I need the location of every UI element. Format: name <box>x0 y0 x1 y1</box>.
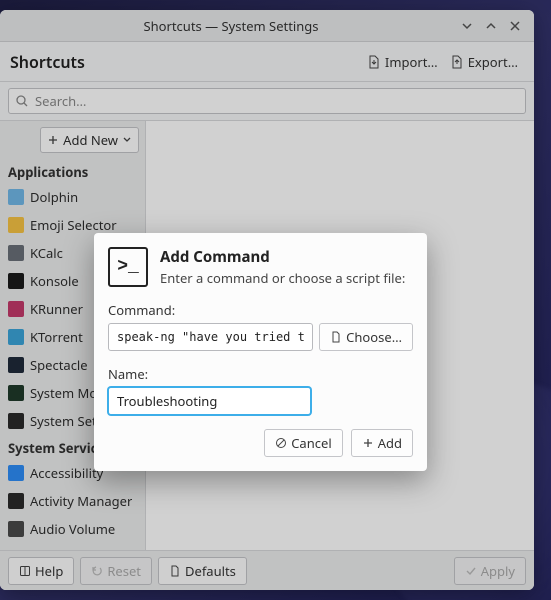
command-label: Command: <box>108 301 413 319</box>
cancel-icon <box>275 437 287 449</box>
command-input[interactable] <box>108 323 313 351</box>
name-label: Name: <box>108 365 413 383</box>
choose-file-button[interactable]: Choose… <box>319 323 413 351</box>
choose-label: Choose… <box>346 328 402 346</box>
cancel-button[interactable]: Cancel <box>264 429 342 457</box>
dialog-title: Add Command <box>160 247 405 267</box>
settings-window: Shortcuts — System Settings Shortcuts Im… <box>0 10 534 590</box>
add-button[interactable]: Add <box>351 429 413 457</box>
cancel-label: Cancel <box>291 434 331 452</box>
add-command-dialog: >_ Add Command Enter a command or choose… <box>94 233 427 471</box>
name-input[interactable] <box>108 387 311 415</box>
plus-icon <box>362 437 374 449</box>
document-icon <box>330 331 342 343</box>
add-label: Add <box>378 434 402 452</box>
terminal-icon: >_ <box>108 247 148 287</box>
dialog-subtitle: Enter a command or choose a script file: <box>160 269 405 287</box>
